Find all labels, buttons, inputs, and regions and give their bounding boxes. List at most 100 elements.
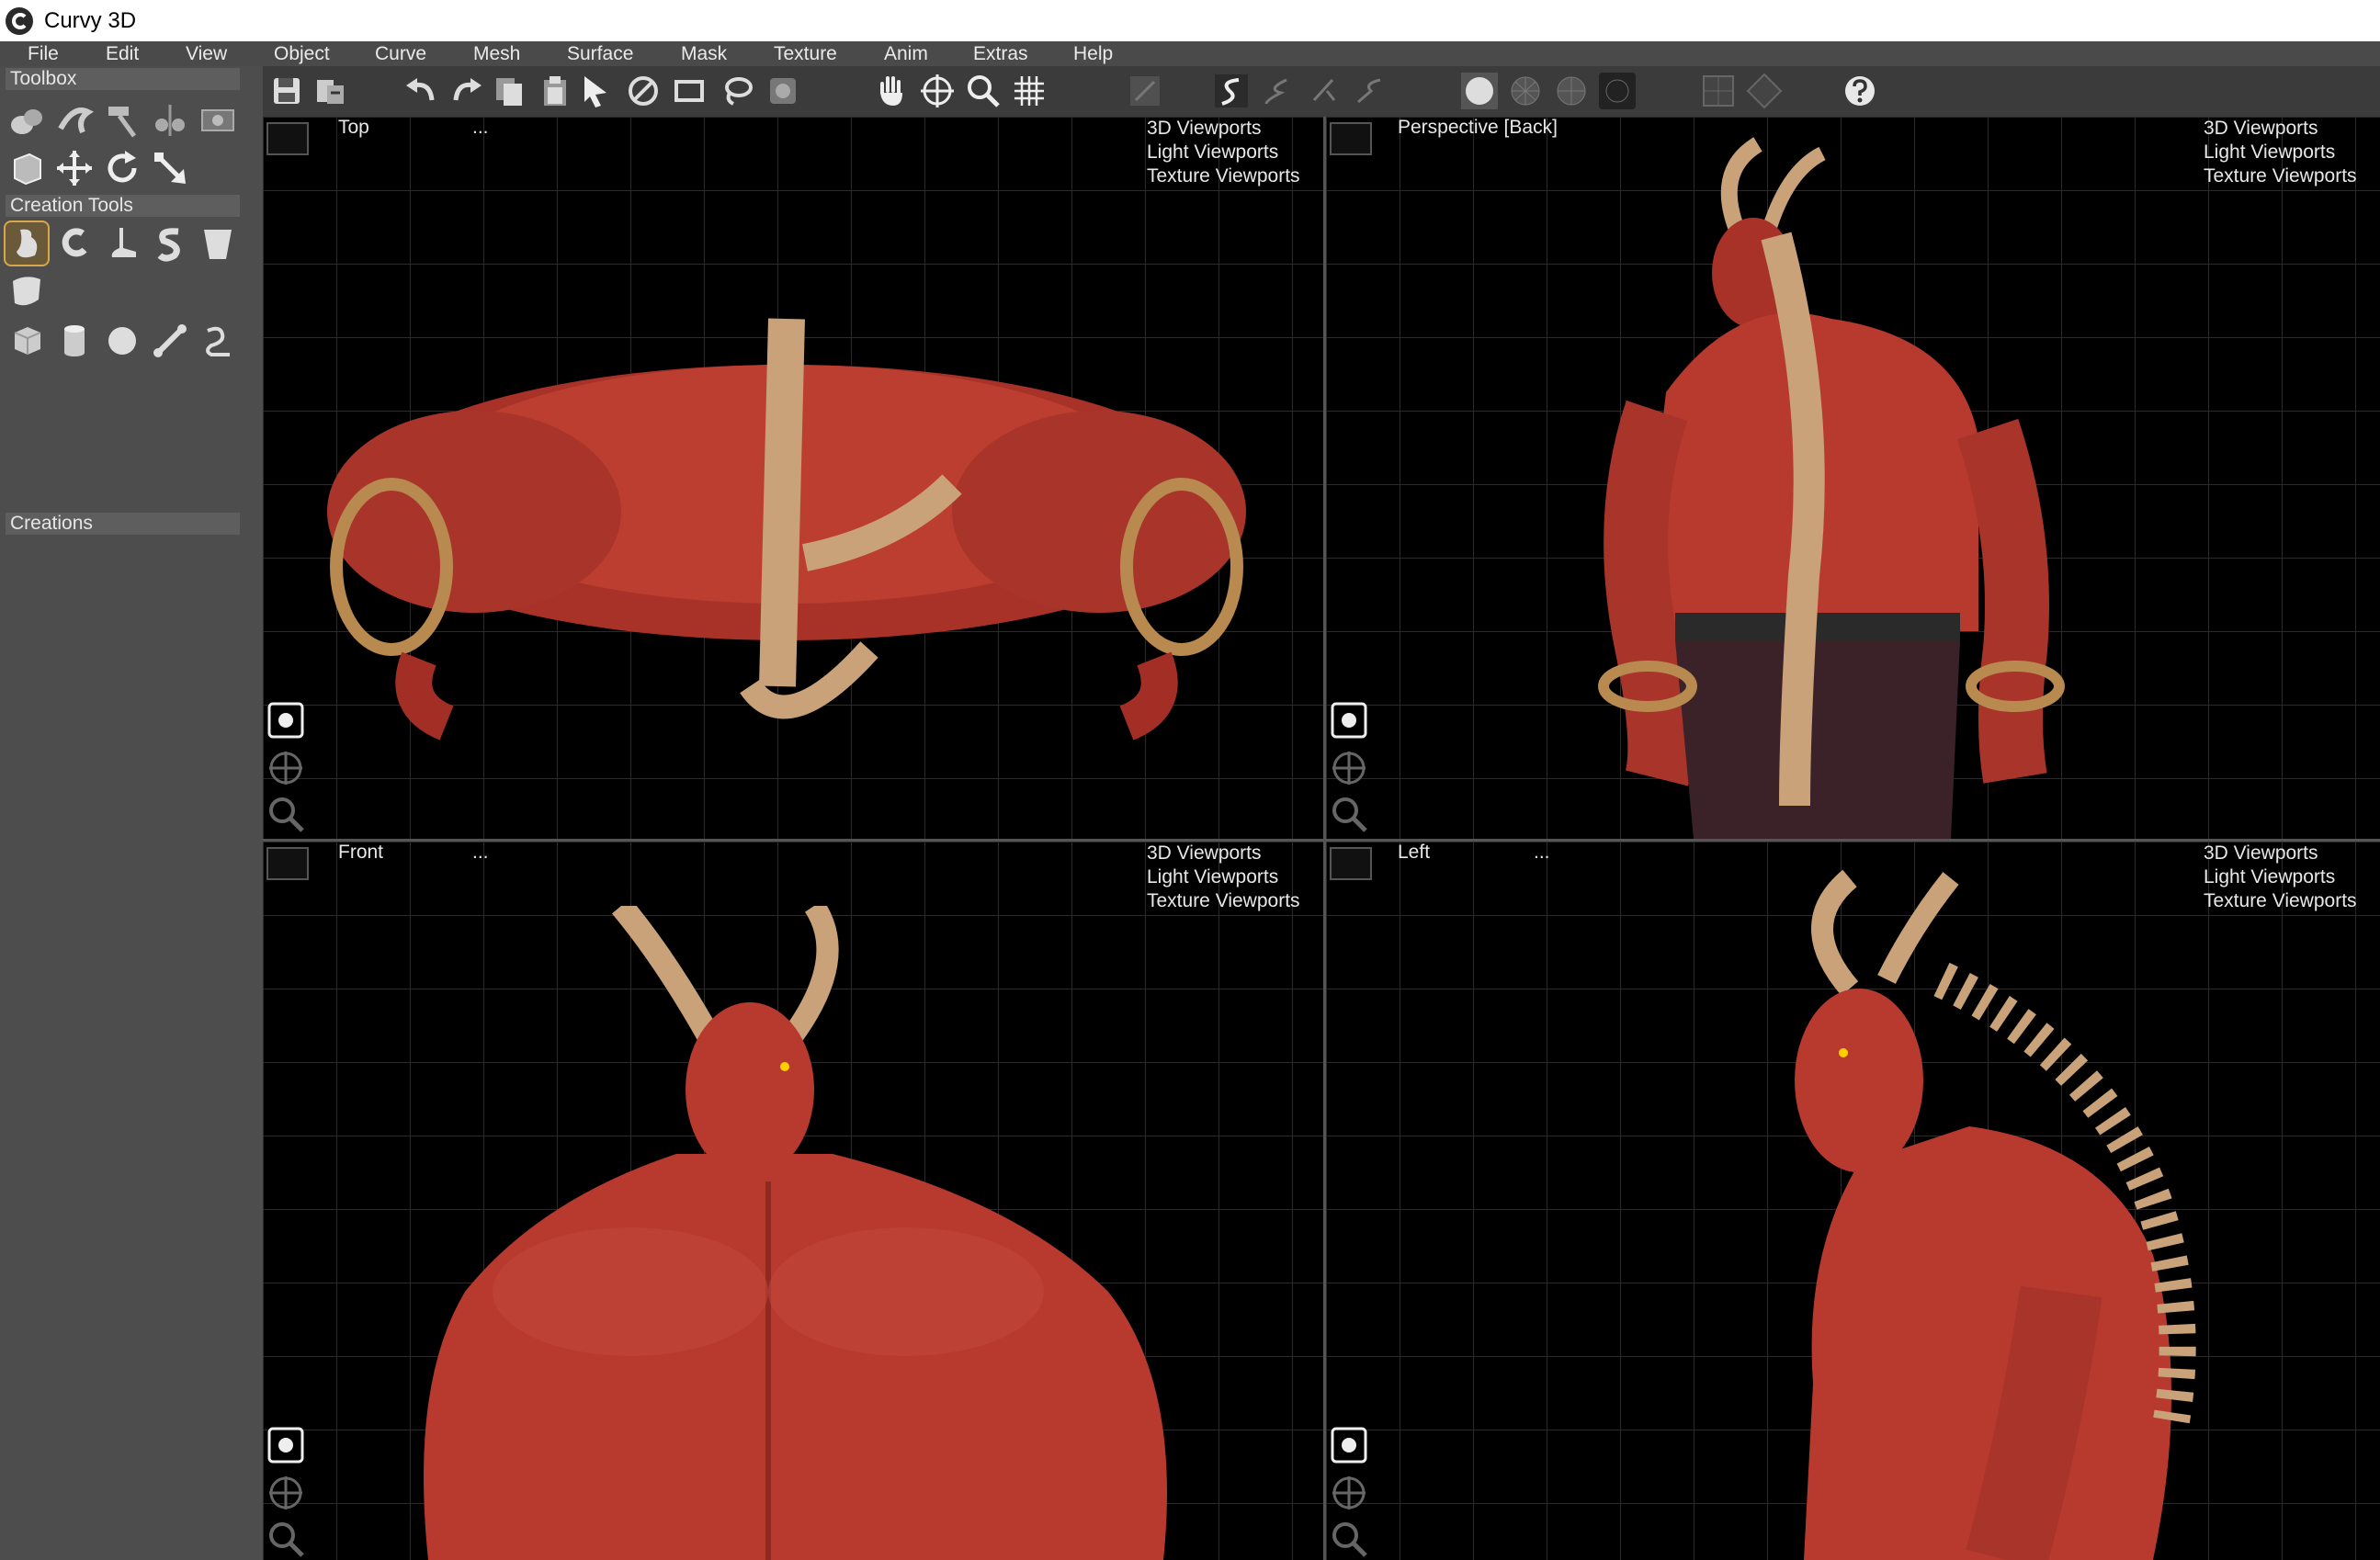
plane-creation-icon[interactable] [6,270,48,312]
toolbox-header[interactable]: Toolbox [6,68,240,90]
viewport-top[interactable]: Top ... 3D Viewports Light Viewports Tex… [263,117,1323,839]
cylinder-creation-icon[interactable] [53,320,96,362]
creations-header[interactable]: Creations [6,513,240,535]
bone-creation-icon[interactable] [149,320,191,362]
zoom-nav-icon[interactable] [1326,791,1372,837]
mask-icon[interactable] [763,71,803,111]
move-icon[interactable] [917,71,958,111]
creation-tools-header[interactable]: Creation Tools [6,195,240,217]
viewport-dots[interactable]: ... [472,842,489,864]
blob-tool-icon[interactable] [6,99,48,141]
rotate-tool-icon[interactable] [101,147,143,189]
menu-surface[interactable]: Surface [567,41,633,66]
light-viewports-link[interactable]: Light Viewports [2204,141,2380,164]
menu-file[interactable]: File [28,41,59,66]
zoom-nav-icon[interactable] [263,1516,309,1560]
reset-view-icon[interactable] [263,1422,309,1468]
menu-help[interactable]: Help [1073,41,1113,66]
3d-viewports-link[interactable]: 3D Viewports [2204,842,2380,865]
grid-icon[interactable] [1009,71,1049,111]
lathe-creation-icon[interactable] [197,222,239,265]
save-icon[interactable] [266,71,307,111]
texture-viewports-link[interactable]: Texture Viewports [2204,889,2380,913]
menu-edit[interactable]: Edit [106,41,139,66]
viewport-name[interactable]: Top [338,117,369,139]
single-view-icon[interactable] [1698,71,1739,111]
viewport-perspective[interactable]: Perspective [Back] 3D Viewports Light Vi… [1326,117,2380,839]
blob-creation-icon[interactable] [4,220,50,266]
curve-draw-2-icon[interactable] [1257,71,1298,111]
viewport-number-button[interactable] [266,122,309,155]
help-icon[interactable] [1840,71,1880,111]
draw-disabled-icon[interactable] [1125,71,1165,111]
tube-creation-icon[interactable] [197,320,239,362]
light-viewports-link[interactable]: Light Viewports [2204,865,2380,889]
zoom-nav-icon[interactable] [263,791,309,837]
twist-tool-icon[interactable] [53,99,96,141]
select-arrow-icon[interactable] [575,71,616,111]
hammer-tool-icon[interactable] [101,99,143,141]
extrude-creation-icon[interactable] [101,222,143,265]
menu-object[interactable]: Object [274,41,330,66]
scale-tool-icon[interactable] [149,147,191,189]
viewport-dots[interactable]: ... [1534,842,1550,864]
light-viewports-link[interactable]: Light Viewports [1147,141,1323,164]
copy-icon[interactable] [489,71,529,111]
menu-curve[interactable]: Curve [375,41,426,66]
menu-view[interactable]: View [186,41,227,66]
wire-sphere-2-icon[interactable] [1551,71,1592,111]
s-curve-creation-icon[interactable] [149,222,191,265]
symmetry-tool-icon[interactable] [149,99,191,141]
no-select-icon[interactable] [623,71,663,111]
3d-viewports-link[interactable]: 3D Viewports [1147,842,1323,865]
viewport-front[interactable]: Front ... 3D Viewports Light Viewports T… [263,842,1323,1560]
reset-view-icon[interactable] [263,697,309,743]
hand-pan-icon[interactable] [871,71,912,111]
pan-nav-icon[interactable] [263,745,309,791]
menu-mesh[interactable]: Mesh [473,41,520,66]
redo-icon[interactable] [447,71,487,111]
menu-texture[interactable]: Texture [774,41,837,66]
pan-nav-icon[interactable] [1326,1470,1372,1516]
sphere-creation-icon[interactable] [101,320,143,362]
shaded-sphere-icon[interactable] [1459,71,1500,111]
undo-icon[interactable] [401,71,441,111]
3d-viewports-link[interactable]: 3D Viewports [2204,117,2380,141]
reset-view-icon[interactable] [1326,1422,1372,1468]
paste-icon[interactable] [535,71,575,111]
curve-draw-4-icon[interactable] [1349,71,1389,111]
viewport-name[interactable]: Perspective [Back] [1398,117,1558,139]
curve-draw-icon[interactable] [1211,71,1252,111]
menu-mask[interactable]: Mask [681,41,727,66]
viewport-dots[interactable]: ... [472,117,489,139]
wire-sphere-icon[interactable] [1505,71,1546,111]
quad-view-icon[interactable] [1744,71,1785,111]
light-viewports-link[interactable]: Light Viewports [1147,865,1323,889]
ring-creation-icon[interactable] [53,222,96,265]
viewport-name[interactable]: Left [1398,842,1430,864]
curved-wire-icon[interactable] [1597,71,1638,111]
viewport-number-button[interactable] [1330,122,1372,155]
3d-viewports-link[interactable]: 3D Viewports [1147,117,1323,141]
move-tool-icon[interactable] [53,147,96,189]
cube-tool-icon[interactable] [6,147,48,189]
pan-nav-icon[interactable] [1326,745,1372,791]
zoom-icon[interactable] [963,71,1003,111]
curve-draw-3-icon[interactable] [1303,71,1343,111]
menu-anim[interactable]: Anim [884,41,928,66]
image-tool-icon[interactable] [197,99,239,141]
viewport-number-button[interactable] [1330,847,1372,880]
rectangle-select-icon[interactable] [669,71,709,111]
texture-viewports-link[interactable]: Texture Viewports [1147,164,1323,188]
viewport-left[interactable]: Left ... 3D Viewports Light Viewports Te… [1326,842,2380,1560]
export-icon[interactable] [311,71,351,111]
menu-extras[interactable]: Extras [973,41,1028,66]
texture-viewports-link[interactable]: Texture Viewports [2204,164,2380,188]
viewport-number-button[interactable] [266,847,309,880]
reset-view-icon[interactable] [1326,697,1372,743]
lasso-select-icon[interactable] [717,71,757,111]
cube-creation-icon[interactable] [6,320,48,362]
viewport-name[interactable]: Front [338,842,383,864]
zoom-nav-icon[interactable] [1326,1516,1372,1560]
pan-nav-icon[interactable] [263,1470,309,1516]
